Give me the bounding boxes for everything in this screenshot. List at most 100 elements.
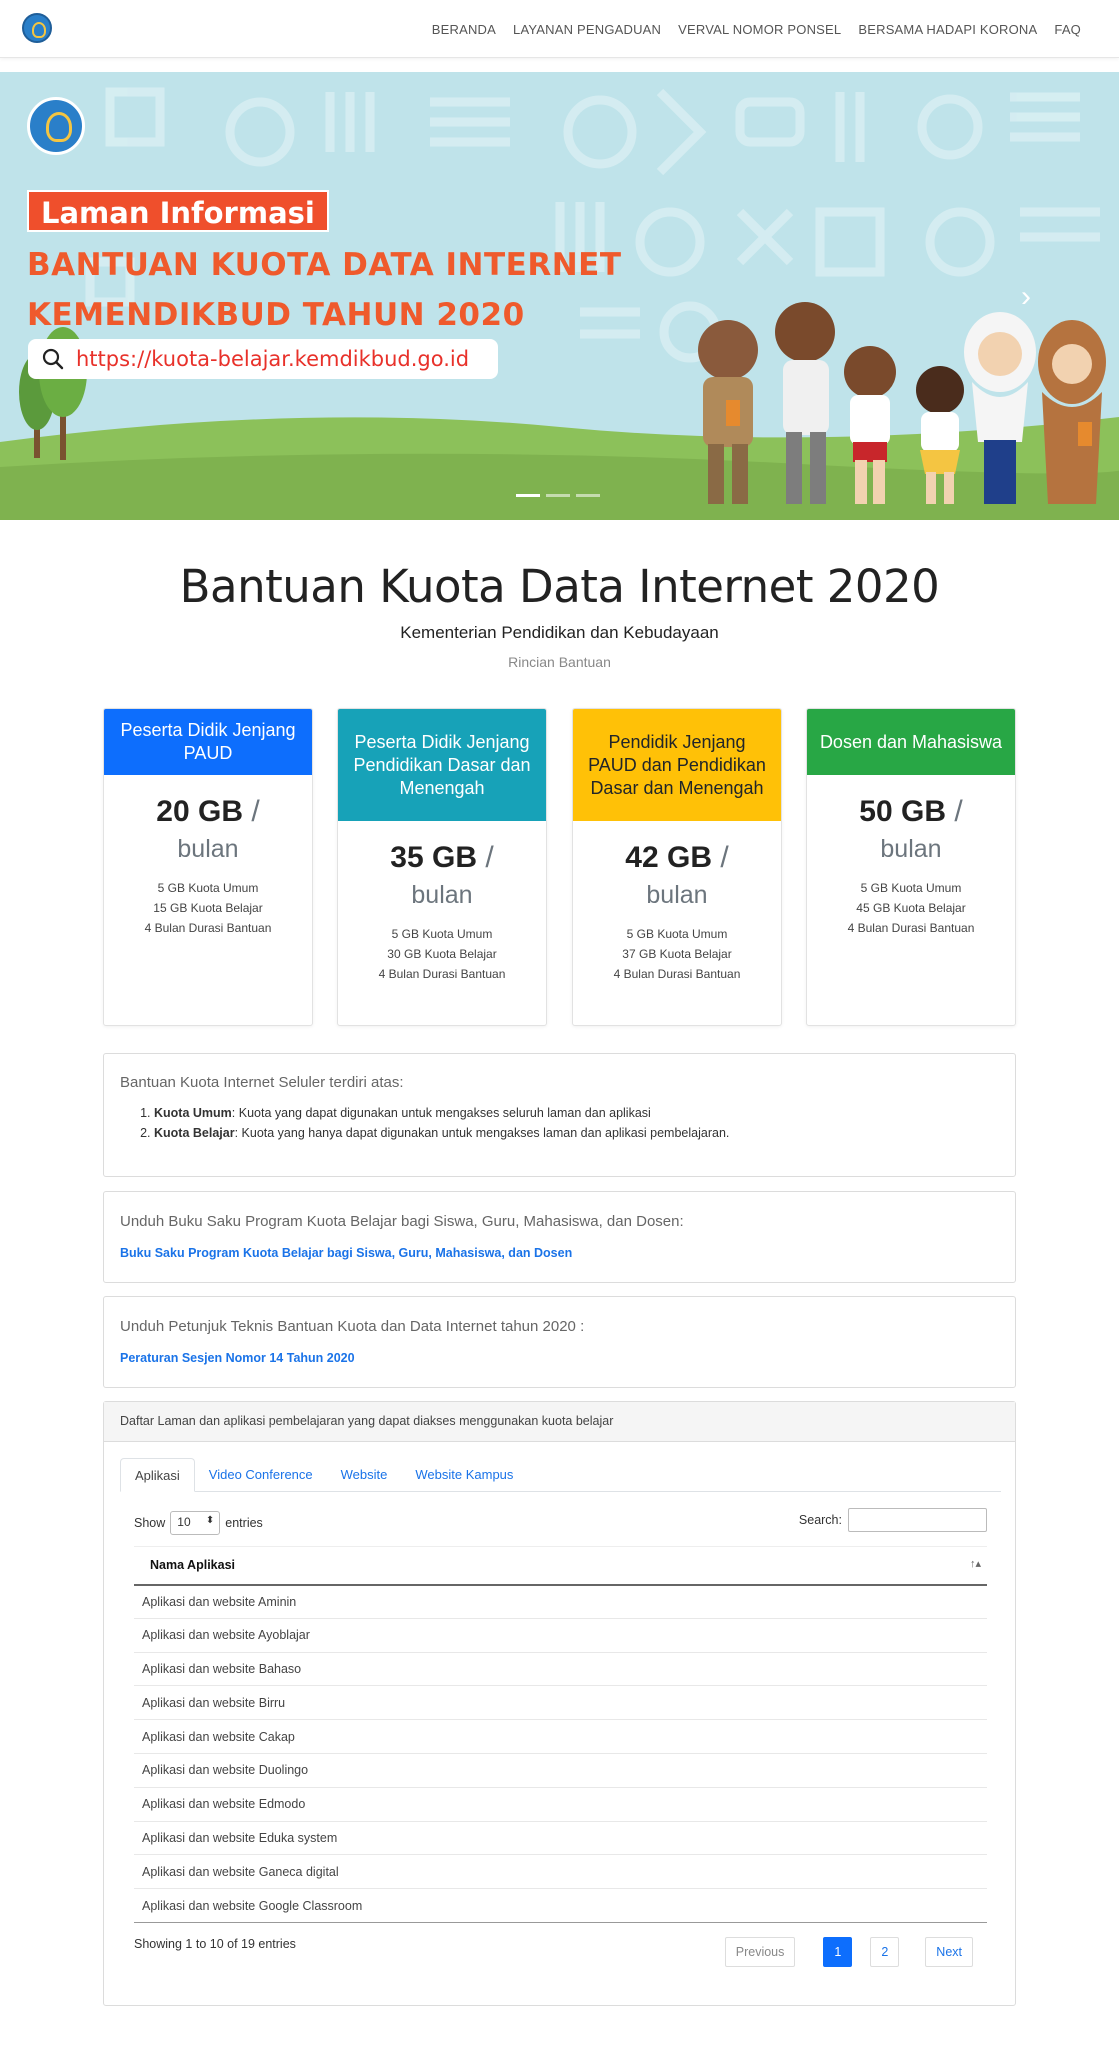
quota-composition-box: Bantuan Kuota Internet Seluler terdiri a… <box>103 1053 1016 1177</box>
card-details: 5 GB Kuota Umum 45 GB Kuota Belajar 4 Bu… <box>807 878 1015 938</box>
kemdikbud-emblem-icon <box>27 97 85 155</box>
nav-item-verval-nomor-ponsel[interactable]: VERVAL NOMOR PONSEL <box>678 22 841 37</box>
table-row: Aplikasi dan website Cakap <box>134 1719 987 1754</box>
search-label: Search: <box>798 1513 842 1527</box>
nav-item-layanan-pengaduan[interactable]: LAYANAN PENGADUAN <box>513 22 661 37</box>
card-details: 5 GB Kuota Umum 15 GB Kuota Belajar 4 Bu… <box>104 878 312 938</box>
regulation-download-link[interactable]: Peraturan Sesjen Nomor 14 Tahun 2020 <box>120 1351 999 1365</box>
quota-card-pendidik: Pendidik Jenjang PAUD dan Pendidikan Das… <box>572 708 782 1026</box>
quota-card-paud: Peserta Didik Jenjang PAUD 20 GB / bulan… <box>103 708 313 1026</box>
search-icon <box>42 348 64 370</box>
entries-label: entries <box>225 1516 263 1530</box>
table-cell: Aplikasi dan website Aminin <box>134 1584 987 1619</box>
card-detail-item: 4 Bulan Durasi Bantuan <box>378 967 506 981</box>
card-amount: 42 GB / bulan <box>573 841 781 910</box>
table-cell: Aplikasi dan website Bahaso <box>134 1652 987 1687</box>
page-length-value: 10 <box>177 1515 191 1529</box>
technical-guide-box: Unduh Petunjuk Teknis Bantuan Kuota dan … <box>103 1296 1016 1388</box>
table-row: Aplikasi dan website Ayoblajar <box>134 1618 987 1653</box>
card-amount: 50 GB / bulan <box>807 795 1015 864</box>
hero-url-bar: https://kuota-belajar.kemdikbud.go.id <box>28 339 498 379</box>
card-details: 5 GB Kuota Umum 30 GB Kuota Belajar 4 Bu… <box>338 924 546 984</box>
card-amount: 35 GB / bulan <box>338 841 546 910</box>
card-amount-separator: / <box>251 795 260 828</box>
table-cell: Aplikasi dan website Birru <box>134 1685 987 1721</box>
card-detail-item: 5 GB Kuota Umum <box>860 881 962 895</box>
search-input[interactable] <box>848 1508 987 1532</box>
page-length-select[interactable]: 10 <box>170 1511 221 1535</box>
card-amount-unit: bulan <box>880 835 942 863</box>
card-amount-value: 42 GB <box>625 841 713 874</box>
card-amount-unit: bulan <box>646 881 708 909</box>
card-header: Peserta Didik Jenjang Pendidikan Dasar d… <box>338 709 546 821</box>
app-table: Nama Aplikasi ↑▴ Aplikasi dan website Ami… <box>134 1546 987 1923</box>
download-handbook-box: Unduh Buku Saku Program Kuota Belajar ba… <box>103 1191 1016 1283</box>
term: Kuota Umum <box>154 1106 232 1120</box>
show-label: Show <box>134 1516 166 1530</box>
table-row: Aplikasi dan website Aminin <box>134 1584 987 1619</box>
quota-card-dasar-menengah: Peserta Didik Jenjang Pendidikan Dasar d… <box>337 708 547 1026</box>
card-header: Dosen dan Mahasiswa <box>807 709 1015 775</box>
next-page-button[interactable]: Next <box>925 1937 973 1967</box>
carousel-next-arrow-icon[interactable]: › <box>1021 282 1047 312</box>
tab-website[interactable]: Website <box>327 1458 402 1492</box>
page-1-button[interactable]: 1 <box>823 1937 853 1967</box>
card-amount-value: 50 GB <box>859 795 947 828</box>
card-amount-unit: bulan <box>411 881 473 909</box>
table-info: Showing 1 to 10 of 19 entries <box>134 1937 296 1951</box>
page-subtitle: Kementerian Pendidikan dan Kebudayaan <box>400 623 719 642</box>
sort-icon: ↑▴ <box>969 1558 981 1570</box>
card-detail-item: 5 GB Kuota Umum <box>626 927 728 941</box>
hero-carousel[interactable]: Laman Informasi BANTUAN KUOTA DATA INTER… <box>0 72 1119 520</box>
card-detail-item: 30 GB Kuota Belajar <box>387 947 497 961</box>
tab-aplikasi[interactable]: Aplikasi <box>120 1458 195 1492</box>
page-2-button[interactable]: 2 <box>870 1937 900 1967</box>
nav-item-faq[interactable]: FAQ <box>1054 22 1081 37</box>
page-title: Bantuan Kuota Data Internet 2020 <box>179 560 940 613</box>
carousel-indicators <box>516 494 600 497</box>
card-amount-value: 35 GB <box>390 841 478 874</box>
carousel-indicator-2[interactable] <box>546 494 570 497</box>
hero-title-line-2: KEMENDIKBUD TAHUN 2020 <box>27 297 525 333</box>
previous-page-button[interactable]: Previous <box>724 1937 796 1967</box>
tab-video-conference[interactable]: Video Conference <box>195 1458 327 1492</box>
table-row: Aplikasi dan website Google Classroom <box>134 1888 987 1923</box>
navbar: BERANDA LAYANAN PENGADUAN VERVAL NOMOR P… <box>0 0 1119 58</box>
table-cell: Aplikasi dan website Cakap <box>134 1719 987 1754</box>
nav-links: BERANDA LAYANAN PENGADUAN VERVAL NOMOR P… <box>432 0 1081 58</box>
tab-website-kampus[interactable]: Website Kampus <box>401 1458 527 1492</box>
page-length-control: Show 10 entries <box>134 1511 263 1535</box>
table-row: Aplikasi dan website Ganeca digital <box>134 1854 987 1890</box>
table-controls: Show 10 entries Search: <box>134 1508 987 1535</box>
card-detail-item: 45 GB Kuota Belajar <box>856 901 966 915</box>
quota-card-dosen-mahasiswa: Dosen dan Mahasiswa 50 GB / bulan 5 GB K… <box>806 708 1016 1026</box>
card-amount: 20 GB / bulan <box>104 795 312 864</box>
card-detail-item: 4 Bulan Durasi Bantuan <box>847 921 975 935</box>
carousel-indicator-3[interactable] <box>576 494 600 497</box>
table-cell: Aplikasi dan website Duolingo <box>134 1753 987 1788</box>
card-detail-item: 5 GB Kuota Umum <box>391 927 493 941</box>
term: Kuota Belajar <box>154 1126 235 1140</box>
card-amount-separator: / <box>485 841 494 874</box>
table-row: Aplikasi dan website Bahaso <box>134 1652 987 1687</box>
card-detail-item: 4 Bulan Durasi Bantuan <box>613 967 741 981</box>
card-amount-value: 20 GB <box>156 795 244 828</box>
table-search: Search: <box>799 1508 987 1532</box>
app-list-card: Daftar Laman dan aplikasi pembelajaran y… <box>103 1401 1016 2006</box>
description: : Kuota yang dapat digunakan untuk menga… <box>231 1106 651 1120</box>
box-heading: Bantuan Kuota Internet Seluler terdiri a… <box>120 1074 404 1091</box>
nav-item-beranda[interactable]: BERANDA <box>432 22 496 37</box>
table-row: Aplikasi dan website Edmodo <box>134 1787 987 1822</box>
table-row: Aplikasi dan website Birru <box>134 1685 987 1721</box>
description: : Kuota yang hanya dapat digunakan untuk… <box>234 1126 730 1140</box>
column-header-nama-aplikasi[interactable]: Nama Aplikasi ↑▴ <box>134 1546 987 1586</box>
nav-item-bersama-hadapi-korona[interactable]: BERSAMA HADAPI KORONA <box>858 22 1037 37</box>
table-cell: Aplikasi dan website Google Classroom <box>134 1888 987 1923</box>
hero-title-line-1: BANTUAN KUOTA DATA INTERNET <box>27 247 622 283</box>
card-amount-unit: bulan <box>177 835 239 863</box>
handbook-download-link[interactable]: Buku Saku Program Kuota Belajar bagi Sis… <box>120 1246 999 1260</box>
carousel-indicator-1[interactable] <box>516 494 540 497</box>
card-detail-item: 37 GB Kuota Belajar <box>622 947 732 961</box>
card-detail-item: 4 Bulan Durasi Bantuan <box>144 921 272 935</box>
kemdikbud-logo-icon[interactable] <box>22 13 52 43</box>
